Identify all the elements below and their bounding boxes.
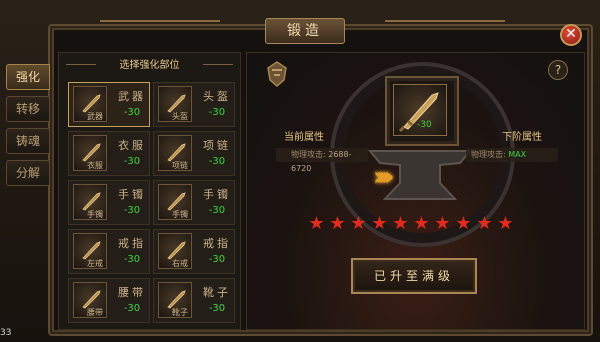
slot-name: 手镯 (118, 188, 146, 201)
slot-mini-label: 衣服 (87, 161, 103, 170)
star-rating: ★ ★ ★ ★ ★ ★ ★ ★ ★ ★ (306, 213, 526, 237)
preview-level: -30 (417, 120, 432, 130)
helmet-ornament-icon (267, 61, 287, 87)
equip-slot-6[interactable]: 左戒 戒指 -30 (68, 229, 150, 274)
slot-mini-label: 手镯 (87, 210, 103, 219)
slot-name: 手镯 (203, 188, 231, 201)
help-button[interactable]: ? (548, 60, 568, 80)
close-icon: ✕ (565, 26, 577, 42)
belt-icon: 腰带 (73, 282, 107, 318)
slot-mini-label: 腰带 (87, 308, 103, 317)
star-icon: ★ (497, 213, 514, 234)
star-icon: ★ (371, 213, 388, 234)
slot-name: 武器 (118, 90, 146, 103)
equip-slot-9[interactable]: 靴子 靴子 -30 (153, 278, 235, 323)
corner-number: 33 (0, 328, 12, 338)
slot-level: -30 (123, 254, 141, 265)
max-level-button[interactable]: 已升至满级 (351, 258, 477, 294)
armor-icon: 衣服 (73, 135, 107, 171)
weapon-icon: 武器 (73, 86, 107, 122)
bracelet-icon: 手镯 (73, 184, 107, 220)
ring-icon: 右戒 (158, 233, 192, 269)
slot-mini-label: 头盔 (172, 112, 188, 121)
slot-panel-title: 选择强化部位 (58, 56, 241, 72)
tab-decompose[interactable]: 分解 (6, 160, 50, 186)
slot-mini-label: 项链 (172, 161, 188, 170)
slot-level: -30 (123, 156, 141, 167)
slot-mini-label: 武器 (87, 112, 103, 121)
slot-mini-label: 手镯 (172, 210, 188, 219)
next-attr-label: 下阶属性 (502, 132, 542, 143)
helmet-icon: 头盔 (158, 86, 192, 122)
slot-level: -30 (123, 107, 141, 118)
slot-level: -30 (208, 254, 226, 265)
forge-arrows-icon: ››››› (373, 162, 394, 192)
slot-mini-label: 右戒 (172, 259, 188, 268)
equip-slot-3[interactable]: 项链 项链 -30 (153, 131, 235, 176)
slot-level: -30 (208, 303, 226, 314)
slot-name: 靴子 (203, 286, 231, 299)
next-stat: 物理攻击: MAX (466, 148, 558, 162)
slot-name: 腰带 (118, 286, 146, 299)
star-icon: ★ (350, 213, 367, 234)
slot-name: 头盔 (203, 90, 231, 103)
equip-slot-2[interactable]: 衣服 衣服 -30 (68, 131, 150, 176)
equip-slot-8[interactable]: 腰带 腰带 -30 (68, 278, 150, 323)
slot-name: 项链 (203, 139, 231, 152)
tab-strengthen[interactable]: 强化 (6, 64, 50, 90)
equip-slot-4[interactable]: 手镯 手镯 -30 (68, 180, 150, 225)
star-icon: ★ (455, 213, 472, 234)
title-ornament-right (385, 20, 505, 36)
slot-level: -30 (123, 205, 141, 216)
slot-mini-label: 左戒 (87, 259, 103, 268)
equip-slot-1[interactable]: 头盔 头盔 -30 (153, 82, 235, 127)
equip-slot-5[interactable]: 手镯 手镯 -30 (153, 180, 235, 225)
necklace-icon: 项链 (158, 135, 192, 171)
window-title: 锻造 (265, 18, 345, 44)
star-icon: ★ (413, 213, 430, 234)
slot-name: 衣服 (118, 139, 146, 152)
slot-level: -30 (208, 107, 226, 118)
slot-name: 戒指 (203, 237, 231, 250)
equip-slot-0[interactable]: 武器 武器 -30 (68, 82, 150, 127)
title-ornament-left (100, 20, 220, 36)
slot-mini-label: 靴子 (172, 308, 188, 317)
star-icon: ★ (329, 213, 346, 234)
slot-level: -30 (208, 205, 226, 216)
tab-soul-cast[interactable]: 铸魂 (6, 128, 50, 154)
boots-icon: 靴子 (158, 282, 192, 318)
current-attr-label: 当前属性 (284, 132, 324, 143)
slot-name: 戒指 (118, 237, 146, 250)
equip-slot-7[interactable]: 右戒 戒指 -30 (153, 229, 235, 274)
ring-icon: 左戒 (73, 233, 107, 269)
star-icon: ★ (434, 213, 451, 234)
tab-transfer[interactable]: 转移 (6, 96, 50, 122)
bracelet-icon: 手镯 (158, 184, 192, 220)
slot-level: -30 (208, 156, 226, 167)
star-icon: ★ (476, 213, 493, 234)
current-stat: 物理攻击: 2688-6720 (276, 148, 368, 173)
close-button[interactable]: ✕ (560, 24, 582, 46)
star-icon: ★ (392, 213, 409, 234)
slot-level: -30 (123, 303, 141, 314)
star-icon: ★ (308, 213, 325, 234)
